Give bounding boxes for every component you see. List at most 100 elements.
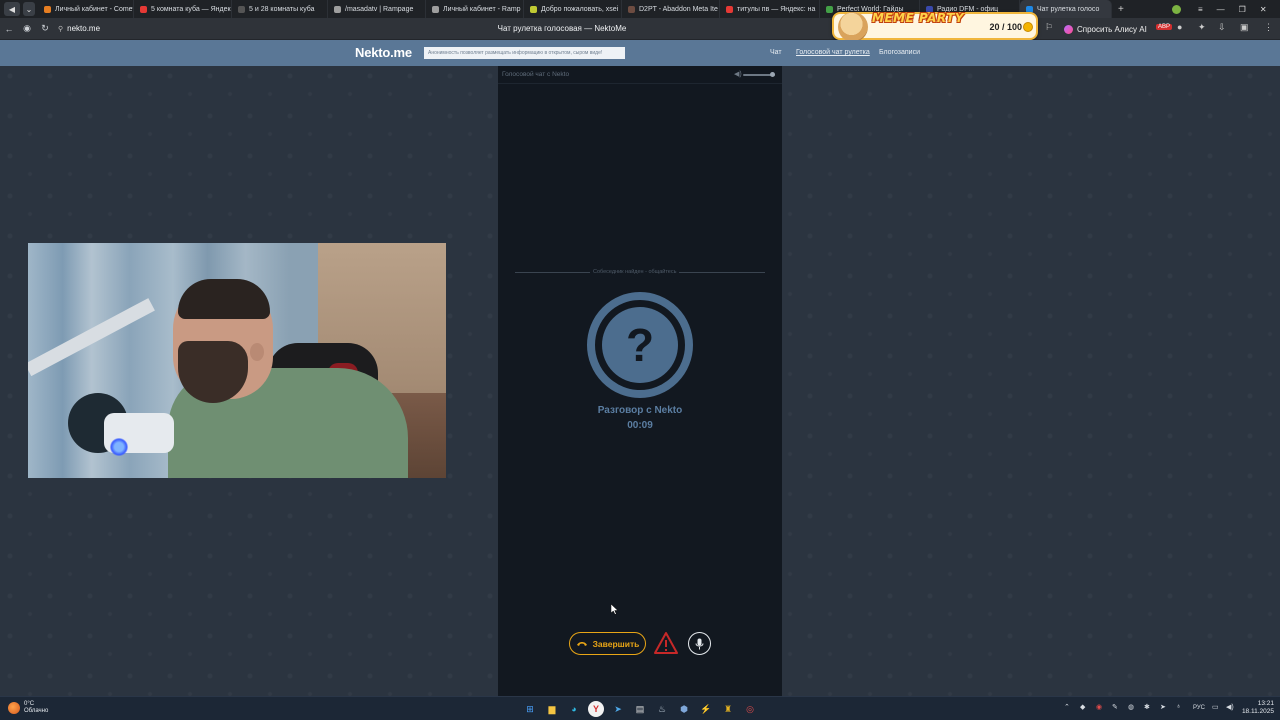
collections-icon[interactable]: ▣ [1240,22,1249,33]
tray-app-icon-5[interactable]: ✱ [1144,703,1150,711]
volume-tray-icon[interactable]: ◀) [1226,703,1234,711]
question-mark-icon: ? [602,307,678,383]
tray-overflow-icon[interactable]: ⌃ [1064,703,1070,711]
meme-party-widget: MEME PARTY 20 / 100 [832,11,1038,42]
report-warning-icon[interactable] [653,631,679,655]
language-indicator[interactable]: РУС [1193,705,1205,711]
browser-tab[interactable]: Личный кабинет - Ramp [426,0,524,18]
panel-title: Голосовой чат с Nekto [502,71,570,78]
obs-icon[interactable]: ▤ [632,701,648,717]
browser-tab[interactable]: титулы пв — Яндекс: на [720,0,820,18]
site-logo[interactable]: Nekto.me [355,45,412,60]
adblock-icon[interactable]: ABP [1156,24,1173,30]
ask-alisa-button[interactable]: Спросить Алису AI [1064,21,1147,37]
tab-label: 5 и 28 комнаты куба [249,5,315,13]
weather-desc: Облачно [24,708,49,714]
clock-date: 18.11.2025 [1241,708,1274,715]
webcam-person-hair [178,279,270,319]
mouse-cursor-icon [611,604,619,615]
telegram-icon[interactable]: ➤ [610,701,626,717]
meme-party-count: 20 / 100 [989,22,1022,32]
tab-favicon-icon [432,5,439,13]
new-tab-button[interactable]: + [1112,4,1130,15]
panel-header: Голосовой чат с Nekto ◀) [498,66,782,84]
nav-link-chat[interactable]: Чат [770,49,782,56]
tab-favicon-icon [628,5,635,13]
browser-menu-icon[interactable]: ◀ [4,2,20,16]
tab-label: Добро пожаловать, xsei [541,5,619,13]
app-icon-blue[interactable]: ⬢ [676,701,692,717]
browser-tab[interactable]: Личный кабинет - Comet [38,0,134,18]
browser-menu-button[interactable]: ≡ [1198,5,1203,14]
tab-label: Личный кабинет - Comet [55,5,134,13]
conversation-timer: 00:09 [627,420,653,431]
weather-widget[interactable]: 0°C Облачно [8,701,48,715]
app-icon-yellow[interactable]: ⚡ [698,701,714,717]
tray-app-icon-3[interactable]: ✎ [1112,703,1118,711]
start-button-icon[interactable]: ⊞ [522,701,538,717]
tab-favicon-icon [826,5,833,13]
tabs-dropdown-icon[interactable]: ⌄ [23,2,35,16]
nav-link-voice-chat[interactable]: Голосовой чат рулетка [796,49,870,56]
webcam-mic-light [110,438,128,456]
alisa-icon [1064,24,1073,34]
game-icon[interactable]: ♜ [720,701,736,717]
doge-icon [838,12,868,42]
partner-avatar: ? [587,292,693,398]
browser-tab[interactable]: Добро пожаловать, xsei [524,0,622,18]
tab-label: титулы пв — Яндекс: на [737,5,816,13]
maximize-button[interactable]: ❐ [1239,5,1246,14]
volume-slider-handle[interactable] [769,72,775,77]
extension-icon[interactable]: ● [1177,22,1182,32]
end-call-label: Завершить [592,638,640,649]
steam-icon[interactable]: ♨ [654,701,670,717]
tab-favicon-icon [530,5,537,13]
downloads-icon[interactable]: ⇩ [1218,22,1226,33]
tray-app-icon-4[interactable]: ◍ [1128,703,1134,711]
close-window-button[interactable]: ✕ [1260,5,1267,14]
tab-favicon-icon [44,5,51,13]
weather-icon [8,702,20,714]
site-notice: Анонимность позволяет размещать информац… [424,47,625,59]
puzzle-icon[interactable]: ✦ [1198,22,1206,33]
browser-tab[interactable]: D2PT - Abaddon Meta Ite [622,0,720,18]
address-bar-row: ← ◉ ↻ ⚲ nekto.me Чат рулетка голосовая —… [0,18,1280,40]
bookmark-icon[interactable]: ⚐ [1045,22,1053,33]
yandex-browser-icon[interactable]: Y [588,701,604,717]
microphone-button[interactable] [688,632,711,655]
browser-settings-icon[interactable]: ⋮ [1264,22,1273,33]
tab-favicon-icon [140,5,147,13]
browser-tab-bar: ◀ ⌄ Личный кабинет - Comet 5 комната куба… [0,0,1280,18]
tab-favicon-icon [238,5,245,13]
volume-icon[interactable]: ◀) [734,70,742,78]
tray-app-icon-2[interactable]: ◉ [1096,703,1102,711]
tab-favicon-icon [726,5,733,13]
end-call-button[interactable]: Завершить [569,632,646,655]
browser-tab[interactable]: 5 и 28 комнаты куба [232,0,328,18]
tab-label: /masadatv | Rampage [345,5,414,13]
status-text: Собеседник найден - общайтесь [590,269,680,275]
microphone-icon [695,638,704,649]
browser-tab[interactable]: 5 комната куба — Яндекс [134,0,232,18]
tray-mic-icon[interactable]: ♁ [1176,703,1181,710]
tab-favicon-icon [334,5,341,13]
network-icon[interactable]: ▭ [1212,703,1219,711]
meme-party-title: MEME PARTY [872,11,965,25]
nav-link-blog[interactable]: Блогозаписи [879,49,920,56]
tray-telegram-icon[interactable]: ➤ [1160,703,1166,711]
tab-label: D2PT - Abaddon Meta Ite [639,5,718,13]
tray-app-icon-1[interactable]: ◆ [1080,703,1085,711]
system-clock[interactable]: 13:21 18.11.2025 [1240,700,1274,716]
browser-tab[interactable]: /masadatv | Rampage [328,0,426,18]
clock-time: 13:21 [1257,700,1274,707]
browser-profile-icon[interactable] [1172,4,1181,14]
file-explorer-icon[interactable]: ▆ [544,701,560,717]
hang-up-icon [576,642,587,646]
app-icon-red[interactable]: ◎ [742,701,758,717]
site-header: Nekto.me Анонимность позволяет размещать… [0,40,1280,66]
minimize-button[interactable]: — [1217,5,1225,14]
edge-icon[interactable]: ◕ [566,701,582,717]
webcam-person-ear [250,343,264,361]
weather-temp: 0°C [24,701,35,707]
tab-label: Чат рулетка голосо [1037,5,1100,13]
